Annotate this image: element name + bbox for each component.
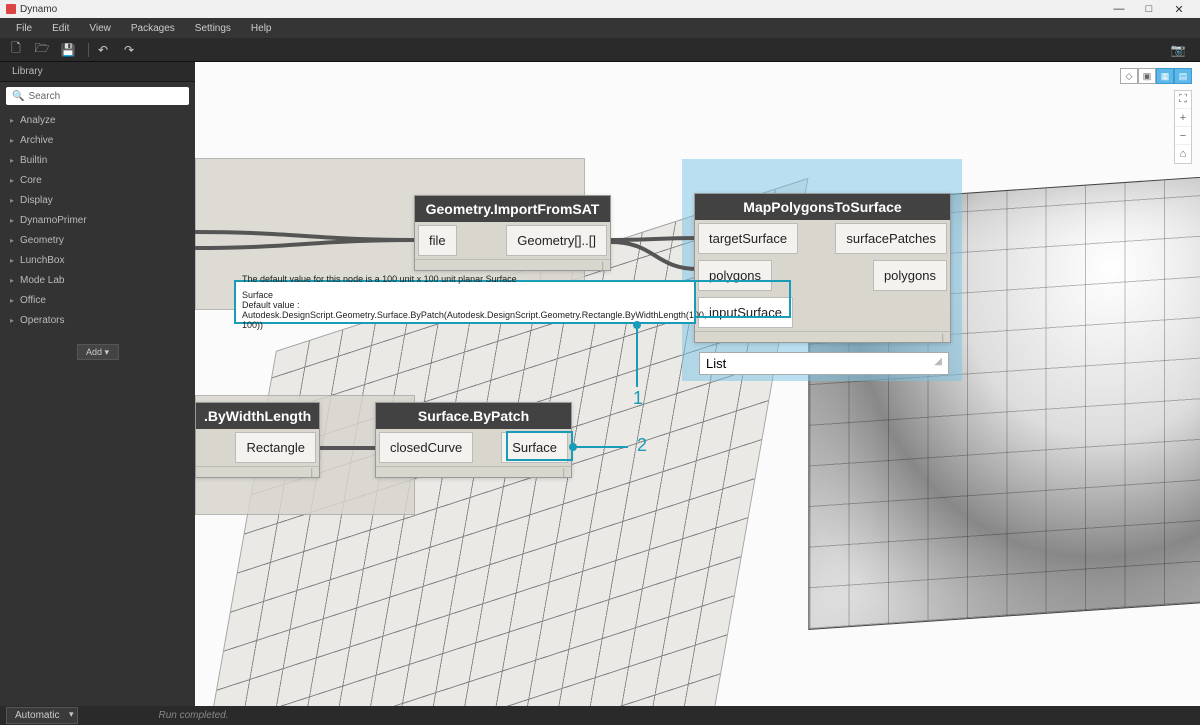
view-mode-toggle: ◇ ▣ ▦ ▤ xyxy=(1120,68,1192,84)
callout-label-2: 2 xyxy=(637,435,647,456)
lib-display[interactable]: Display xyxy=(0,190,195,210)
view-3d-icon[interactable]: ◇ xyxy=(1120,68,1138,84)
highlight-input-surface xyxy=(694,280,791,318)
menu-file[interactable]: File xyxy=(6,23,42,34)
node-map-polygons[interactable]: MapPolygonsToSurface targetSurface surfa… xyxy=(694,193,951,343)
toolbar: 🗋 🗁 💾 ↶ ↷ 📷 xyxy=(0,38,1200,62)
highlight-surface-output xyxy=(506,431,573,461)
node-output-preview[interactable]: List ◢ xyxy=(699,352,949,375)
output-preview-text: List xyxy=(706,356,726,371)
lib-dynamoprimer[interactable]: DynamoPrimer xyxy=(0,210,195,230)
node-footer: | xyxy=(415,259,610,269)
menubar: File Edit View Packages Settings Help xyxy=(0,18,1200,38)
node-footer: | xyxy=(695,331,950,341)
port-file[interactable]: file xyxy=(418,225,457,256)
node-footer: | xyxy=(196,466,319,476)
zoom-fit-button[interactable]: ⛶ xyxy=(1175,91,1191,109)
lib-archive[interactable]: Archive xyxy=(0,130,195,150)
run-mode-dropdown[interactable]: Automatic xyxy=(6,707,78,724)
window-maximize-button[interactable]: □ xyxy=(1134,3,1164,15)
menu-edit[interactable]: Edit xyxy=(42,23,79,34)
tooltip-default: Default value : Autodesk.DesignScript.Ge… xyxy=(242,300,688,330)
menu-help[interactable]: Help xyxy=(241,23,282,34)
zoom-controls: ⛶ + − ⌂ xyxy=(1174,90,1192,164)
lib-lunchbox[interactable]: LunchBox xyxy=(0,250,195,270)
graph-canvas[interactable]: UVmapping_Custom-Node.dyn* ✕ Geometry.Im… xyxy=(195,62,1200,706)
node-rect-bywidthlength[interactable]: .ByWidthLength Rectangle | xyxy=(195,402,320,478)
search-placeholder: Search xyxy=(28,91,60,102)
lib-analyze[interactable]: Analyze xyxy=(0,110,195,130)
statusbar: Automatic Run completed. xyxy=(0,706,1200,725)
port-closed-curve[interactable]: closedCurve xyxy=(379,432,473,463)
window-close-button[interactable]: ✕ xyxy=(1164,3,1194,16)
node-title: Geometry.ImportFromSAT xyxy=(415,196,610,222)
resize-grip-icon[interactable]: ◢ xyxy=(934,356,942,371)
redo-icon[interactable]: ↷ xyxy=(119,41,139,59)
port-geometry-out[interactable]: Geometry[]..[] xyxy=(506,225,607,256)
sidebar: Library 🔍 Search Analyze Archive Builtin… xyxy=(0,62,195,706)
search-icon: 🔍 xyxy=(12,91,24,102)
tooltip-default-value: The default value for this node is a 100… xyxy=(234,280,696,324)
tooltip-type: Surface xyxy=(242,290,688,300)
app-title: Dynamo xyxy=(20,4,57,15)
new-file-icon[interactable]: 🗋 xyxy=(6,41,26,59)
zoom-home-button[interactable]: ⌂ xyxy=(1175,145,1191,163)
library-label: Library xyxy=(6,66,49,77)
zoom-in-button[interactable]: + xyxy=(1175,109,1191,127)
menu-settings[interactable]: Settings xyxy=(185,23,241,34)
lib-modelab[interactable]: Mode Lab xyxy=(0,270,195,290)
port-target-surface[interactable]: targetSurface xyxy=(698,223,798,254)
node-title: .ByWidthLength xyxy=(196,403,319,429)
zoom-out-button[interactable]: − xyxy=(1175,127,1191,145)
view-graph-icon[interactable]: ▦ xyxy=(1156,68,1174,84)
callout-line-2 xyxy=(573,446,628,448)
node-footer: | xyxy=(376,466,571,476)
port-rectangle[interactable]: Rectangle xyxy=(235,432,316,463)
add-button[interactable]: Add ▾ xyxy=(77,344,119,360)
node-title: Surface.ByPatch xyxy=(376,403,571,429)
port-surface-patches[interactable]: surfacePatches xyxy=(835,223,947,254)
menu-view[interactable]: View xyxy=(79,23,121,34)
lib-builtin[interactable]: Builtin xyxy=(0,150,195,170)
titlebar: Dynamo — □ ✕ xyxy=(0,0,1200,18)
lib-operators[interactable]: Operators xyxy=(0,310,195,330)
camera-icon[interactable]: 📷 xyxy=(1168,41,1188,59)
view-wire-icon[interactable]: ▣ xyxy=(1138,68,1156,84)
search-input[interactable]: 🔍 Search xyxy=(6,87,189,105)
lib-geometry[interactable]: Geometry xyxy=(0,230,195,250)
callout-label-1: 1 xyxy=(633,388,643,409)
tooltip-line1: The default value for this node is a 100… xyxy=(242,274,688,284)
toolbar-separator xyxy=(88,43,89,57)
view-combined-icon[interactable]: ▤ xyxy=(1174,68,1192,84)
node-title: MapPolygonsToSurface xyxy=(695,194,950,220)
lib-office[interactable]: Office xyxy=(0,290,195,310)
status-message: Run completed. xyxy=(158,710,228,721)
menu-packages[interactable]: Packages xyxy=(121,23,185,34)
node-import-from-sat[interactable]: Geometry.ImportFromSAT file Geometry[]..… xyxy=(414,195,611,271)
app-logo-icon xyxy=(6,4,16,14)
save-icon[interactable]: 💾 xyxy=(58,41,78,59)
callout-line-1 xyxy=(636,325,638,387)
port-polygons-out[interactable]: polygons xyxy=(873,260,947,291)
tabs-row: Library xyxy=(0,62,195,82)
window-minimize-button[interactable]: — xyxy=(1104,3,1134,15)
open-file-icon[interactable]: 🗁 xyxy=(32,41,52,59)
lib-core[interactable]: Core xyxy=(0,170,195,190)
undo-icon[interactable]: ↶ xyxy=(93,41,113,59)
